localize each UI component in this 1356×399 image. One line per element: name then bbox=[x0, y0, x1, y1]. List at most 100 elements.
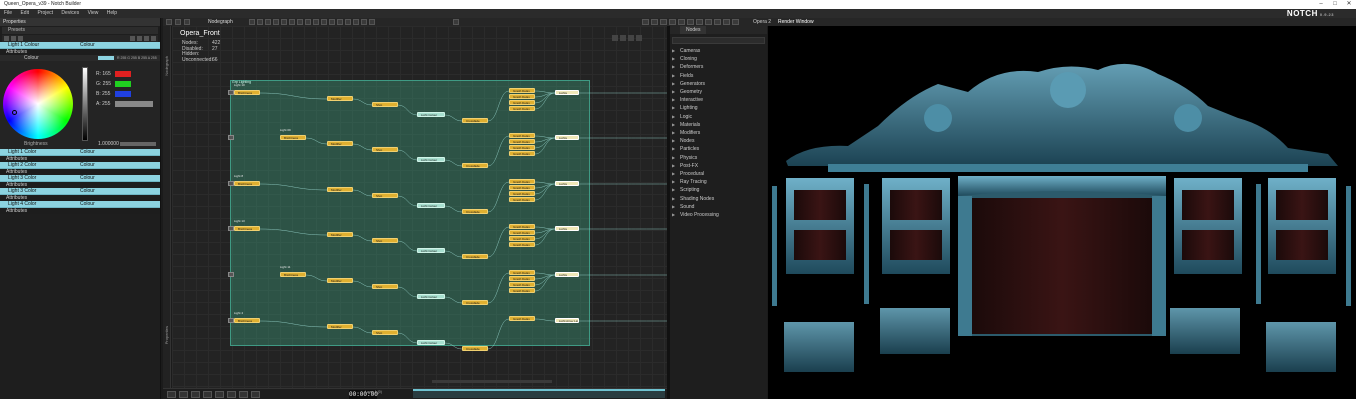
graph-delay-node[interactable]: Graph Delay bbox=[509, 106, 535, 111]
tool-icon[interactable] bbox=[297, 19, 303, 25]
tool-icon[interactable] bbox=[321, 19, 327, 25]
target-icon[interactable] bbox=[453, 19, 459, 25]
tab-opera2[interactable]: Opera 2 bbox=[753, 18, 771, 26]
modifier-node[interactable]: Modifier bbox=[327, 324, 353, 329]
tool-icon[interactable] bbox=[281, 19, 287, 25]
menu-project[interactable]: Project bbox=[37, 9, 53, 18]
expand-arrow-icon[interactable]: ▶ bbox=[672, 80, 680, 88]
channel-a-swatch[interactable] bbox=[115, 101, 153, 107]
view-icon[interactable] bbox=[251, 391, 260, 398]
node-input-port[interactable] bbox=[228, 181, 234, 186]
brightness-node[interactable]: Brightness bbox=[234, 226, 260, 231]
expand-arrow-icon[interactable]: ▶ bbox=[672, 129, 680, 137]
curve-icon[interactable] bbox=[239, 391, 248, 398]
expand-arrow-icon[interactable]: ▶ bbox=[672, 47, 680, 55]
light-colour-node[interactable]: Light Colour bbox=[417, 294, 445, 299]
graph-delay-node[interactable]: Graph Delay bbox=[509, 191, 535, 196]
render-viewport[interactable] bbox=[768, 26, 1356, 399]
expand-arrow-icon[interactable]: ▶ bbox=[672, 186, 680, 194]
expand-arrow-icon[interactable]: ▶ bbox=[672, 162, 680, 170]
expand-arrow-icon[interactable]: ▶ bbox=[672, 55, 680, 63]
step-back-icon[interactable] bbox=[642, 19, 649, 25]
property-row-light3-color[interactable]: Light 3 Color Colour bbox=[0, 175, 160, 182]
remove-icon[interactable] bbox=[144, 36, 149, 41]
brightness-node[interactable]: Brightness bbox=[280, 135, 306, 140]
crossfade-node[interactable]: Crossfade bbox=[462, 300, 488, 305]
node-category-shading-nodes[interactable]: ▶ Shading Nodes bbox=[672, 195, 714, 203]
brightness-node[interactable]: Brightness bbox=[280, 272, 306, 277]
minimize-button[interactable]: – bbox=[1314, 0, 1328, 9]
tool-icon[interactable] bbox=[361, 19, 367, 25]
light-colour-node[interactable]: Light Colour bbox=[417, 157, 445, 162]
expand-arrow-icon[interactable]: ▶ bbox=[672, 104, 680, 112]
expand-arrow-icon[interactable]: ▶ bbox=[672, 72, 680, 80]
node-category-video-processing[interactable]: ▶ Video Processing bbox=[672, 211, 719, 219]
shot-node[interactable]: Shot bbox=[372, 330, 398, 335]
tab-render-window[interactable]: Render Window bbox=[778, 18, 814, 26]
crossfade-node[interactable]: Crossfade bbox=[462, 254, 488, 259]
menu-help[interactable]: Help bbox=[107, 9, 117, 18]
graph-delay-node[interactable]: Graph Delay bbox=[509, 230, 535, 235]
home-icon[interactable] bbox=[175, 19, 181, 25]
expand-arrow-icon[interactable]: ▶ bbox=[672, 170, 680, 178]
graph-delay-node[interactable]: Graph Delay bbox=[509, 88, 535, 93]
fit-icon[interactable] bbox=[184, 19, 190, 25]
attributes-header[interactable]: Attributes bbox=[0, 208, 160, 214]
colour-wheel[interactable] bbox=[3, 69, 73, 139]
modifier-node[interactable]: Modifier bbox=[327, 187, 353, 192]
end-icon[interactable] bbox=[705, 19, 712, 25]
graph-delay-node[interactable]: Graph Delay bbox=[509, 270, 535, 275]
tool-icon[interactable] bbox=[345, 19, 351, 25]
node-category-physics[interactable]: ▶ Physics bbox=[672, 154, 697, 162]
lights-output-node[interactable]: Lights bbox=[555, 226, 579, 231]
graph-delay-node[interactable]: Graph Delay bbox=[509, 236, 535, 241]
node-category-fields[interactable]: ▶ Fields bbox=[672, 72, 693, 80]
nodes-search-input[interactable] bbox=[672, 37, 765, 44]
stop-icon[interactable] bbox=[651, 19, 658, 25]
expand-arrow-icon[interactable]: ▶ bbox=[672, 121, 680, 129]
expand-arrow-icon[interactable]: ▶ bbox=[672, 96, 680, 104]
tool-icon[interactable] bbox=[289, 19, 295, 25]
prev-frame-icon[interactable] bbox=[678, 19, 685, 25]
shot-node[interactable]: Shot bbox=[372, 147, 398, 152]
node-category-materials[interactable]: ▶ Materials bbox=[672, 121, 700, 129]
add-icon[interactable] bbox=[137, 36, 142, 41]
node-category-scripting[interactable]: ▶ Scripting bbox=[672, 186, 699, 194]
graph-delay-node[interactable]: Graph Delay bbox=[509, 276, 535, 281]
lights-output-node[interactable]: Lights bbox=[555, 135, 579, 140]
tab-nodegraph[interactable]: Nodegraph bbox=[208, 18, 233, 26]
light-colour-node[interactable]: Light Colour bbox=[417, 203, 445, 208]
crossfade-node[interactable]: Crossfade bbox=[462, 118, 488, 123]
expand-arrow-icon[interactable]: ▶ bbox=[672, 137, 680, 145]
graph-delay-node[interactable]: Graph Delay bbox=[509, 94, 535, 99]
lights-output-node[interactable]: Light Array Lights bbox=[555, 318, 579, 323]
channel-g-swatch[interactable] bbox=[115, 81, 131, 87]
property-row-light4-color[interactable]: Light 4 Color Colour bbox=[0, 201, 160, 208]
tab-nodes[interactable]: Nodes bbox=[680, 26, 707, 34]
lights-output-node[interactable]: Lights bbox=[555, 181, 579, 186]
node-category-generators[interactable]: ▶ Generators bbox=[672, 80, 705, 88]
node-category-cameras[interactable]: ▶ Cameras bbox=[672, 47, 700, 55]
modifier-node[interactable]: Modifier bbox=[327, 278, 353, 283]
property-row-light2-color[interactable]: Light 2 Color Colour bbox=[0, 162, 160, 169]
modifier-node[interactable]: Modifier bbox=[327, 141, 353, 146]
crossfade-node[interactable]: Crossfade bbox=[462, 163, 488, 168]
expand-arrow-icon[interactable]: ▶ bbox=[672, 154, 680, 162]
colour-wheel-cursor[interactable] bbox=[12, 110, 17, 115]
loop-icon[interactable] bbox=[714, 19, 721, 25]
colour-picker[interactable]: R: 165 G: 255 B: 255 A: 255 Brightness 1… bbox=[0, 61, 160, 149]
node-category-logic[interactable]: ▶ Logic bbox=[672, 113, 692, 121]
shot-node[interactable]: Shot bbox=[372, 284, 398, 289]
play-icon[interactable] bbox=[167, 391, 176, 398]
filter-icon[interactable] bbox=[4, 36, 9, 41]
node-input-port[interactable] bbox=[228, 226, 234, 231]
node-input-port[interactable] bbox=[228, 272, 234, 277]
crossfade-node[interactable]: Crossfade bbox=[462, 209, 488, 214]
node-category-post-fx[interactable]: ▶ Post-FX bbox=[672, 162, 698, 170]
brightness-node[interactable]: Brightness bbox=[234, 318, 260, 323]
expand-arrow-icon[interactable]: ▶ bbox=[672, 211, 680, 219]
mute-icon[interactable] bbox=[723, 19, 730, 25]
node-category-deformers[interactable]: ▶ Deformers bbox=[672, 63, 703, 71]
crossfade-node[interactable]: Crossfade bbox=[462, 346, 488, 351]
expand-arrow-icon[interactable]: ▶ bbox=[672, 63, 680, 71]
